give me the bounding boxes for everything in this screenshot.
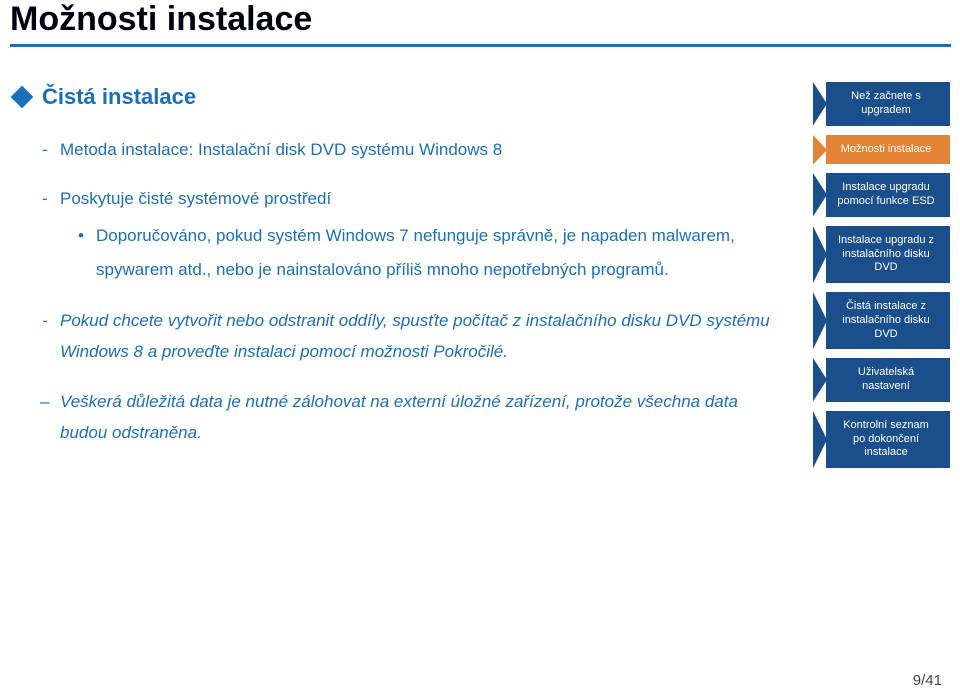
nav-item-post-install-checklist[interactable]: Kontrolní seznam po dokončení instalace <box>826 411 950 468</box>
side-nav: Než začnete s upgradem Možnosti instalac… <box>826 82 950 468</box>
bullet-text: Poskytuje čisté systémové prostředí <box>60 189 331 208</box>
diamond-bullet-icon <box>11 86 34 109</box>
chevron-right-icon <box>813 292 827 349</box>
section-heading: Čistá instalace <box>14 84 784 110</box>
nav-item-clean-install-dvd[interactable]: Čistá instalace z instalačního disku DVD <box>826 292 950 349</box>
chevron-right-icon <box>813 358 827 402</box>
page-number: 9/41 <box>913 672 942 689</box>
nav-label: Instalace upgradu pomocí funkce ESD <box>836 181 936 209</box>
nav-item-user-settings[interactable]: Uživatelská nastavení <box>826 358 950 402</box>
bullet-item: Metoda instalace: Instalační disk DVD sy… <box>60 134 784 165</box>
chevron-right-icon <box>813 226 827 283</box>
nav-item-esd-upgrade[interactable]: Instalace upgradu pomocí funkce ESD <box>826 173 950 217</box>
section-heading-text: Čistá instalace <box>42 84 196 110</box>
nav-label: Než začnete s upgradem <box>836 90 936 118</box>
main-content: Čistá instalace Metoda instalace: Instal… <box>14 84 784 465</box>
chevron-right-icon <box>813 411 827 468</box>
dash-item-italic: Veškerá důležitá data je nutné zálohovat… <box>60 386 784 449</box>
nav-label: Instalace upgradu z instalačního disku D… <box>836 234 936 275</box>
nav-label: Kontrolní seznam po dokončení instalace <box>836 419 936 460</box>
page-title: Možnosti instalace <box>10 2 951 47</box>
chevron-right-icon <box>813 173 827 217</box>
nav-label: Čistá instalace z instalačního disku DVD <box>836 300 936 341</box>
sub-bullet-item: Doporučováno, pokud systém Windows 7 nef… <box>96 219 784 287</box>
nav-label: Uživatelská nastavení <box>836 366 936 394</box>
bullet-item-italic: Pokud chcete vytvořit nebo odstranit odd… <box>60 305 784 368</box>
chevron-right-icon <box>813 135 827 165</box>
nav-item-dvd-upgrade[interactable]: Instalace upgradu z instalačního disku D… <box>826 226 950 283</box>
nav-item-install-options[interactable]: Možnosti instalace <box>826 135 950 165</box>
nav-label: Možnosti instalace <box>841 143 932 157</box>
chevron-right-icon <box>813 82 827 126</box>
bullet-item: Poskytuje čisté systémové prostředí Dopo… <box>60 183 784 286</box>
nav-item-before-upgrade[interactable]: Než začnete s upgradem <box>826 82 950 126</box>
